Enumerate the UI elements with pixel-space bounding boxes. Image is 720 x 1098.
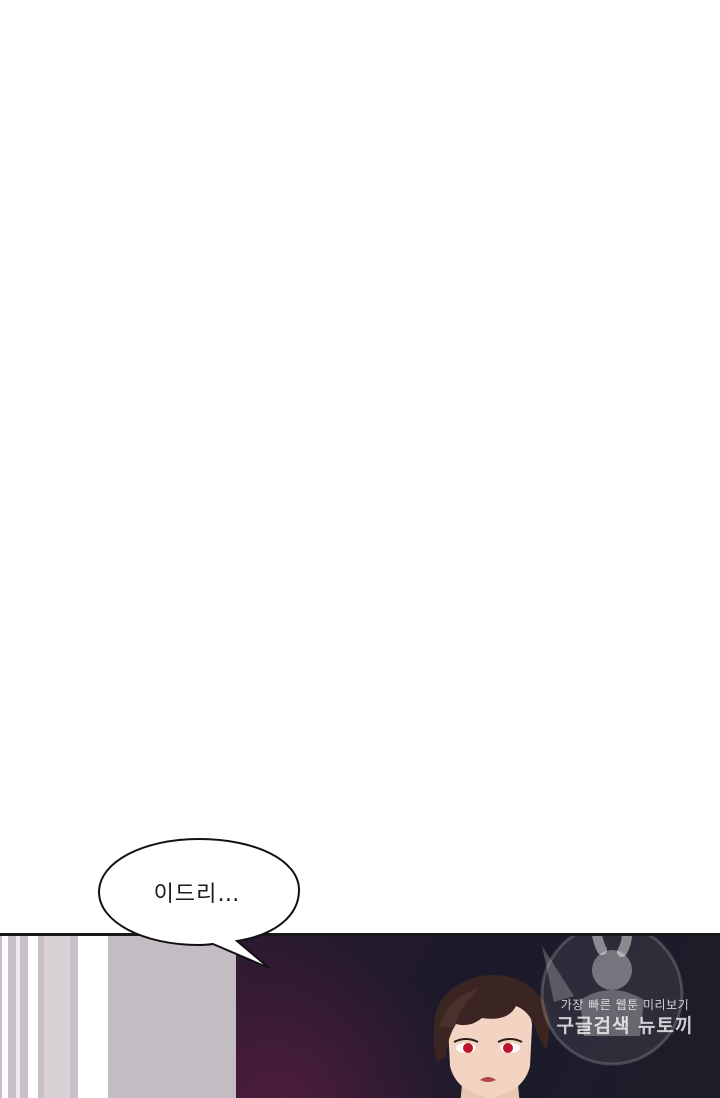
watermark: 가장 빠른 웹툰 미리보기 구글검색 뉴토끼 bbox=[540, 936, 710, 1076]
character-illustration bbox=[433, 975, 550, 1098]
light-stripe bbox=[44, 936, 70, 1098]
light-stripe bbox=[28, 936, 38, 1098]
light-stripe bbox=[78, 936, 108, 1098]
webtoon-page: 가장 빠른 웹툰 미리보기 구글검색 뉴토끼 이드리… bbox=[0, 0, 720, 1098]
light-stripe bbox=[108, 936, 236, 1098]
speech-bubble-text: 이드리… bbox=[153, 882, 241, 907]
comic-panel: 가장 빠른 웹툰 미리보기 구글검색 뉴토끼 bbox=[0, 933, 720, 1098]
light-stripe bbox=[2, 936, 8, 1098]
watermark-site-name: 구글검색 뉴토끼 bbox=[556, 1015, 694, 1037]
panel-background-left bbox=[0, 936, 236, 1098]
light-stripe bbox=[16, 936, 20, 1098]
